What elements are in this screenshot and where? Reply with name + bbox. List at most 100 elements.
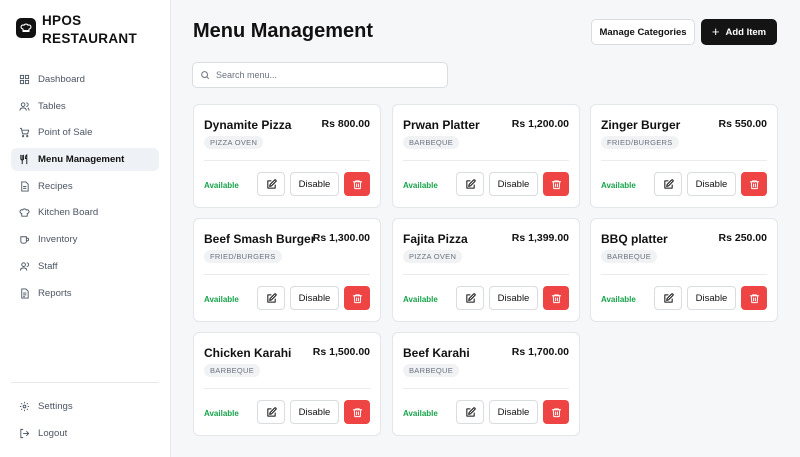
manage-categories-button[interactable]: Manage Categories — [591, 19, 695, 45]
trash-icon — [352, 179, 362, 189]
menu-item-name: BBQ platter — [601, 232, 668, 246]
menu-item-name: Zinger Burger — [601, 118, 681, 132]
category-badge: BARBEQUE — [403, 364, 460, 377]
status-badge: Available — [204, 295, 239, 304]
status-badge: Available — [204, 181, 239, 190]
add-item-button[interactable]: + Add Item — [701, 19, 777, 45]
delete-button[interactable] — [344, 286, 370, 310]
plus-icon: + — [711, 24, 720, 39]
utensils-icon — [19, 154, 30, 165]
disable-button[interactable]: Disable — [489, 172, 538, 196]
sidebar-item-label: Menu Management — [38, 154, 125, 166]
edit-button[interactable] — [456, 172, 484, 196]
edit-icon — [663, 178, 674, 189]
category-badge: BARBEQUE — [204, 364, 261, 377]
sidebar-item-menu-management[interactable]: Menu Management — [11, 148, 159, 172]
disable-button[interactable]: Disable — [290, 172, 339, 196]
card-divider — [403, 388, 569, 389]
edit-button[interactable] — [257, 286, 285, 310]
sidebar-item-label: Settings — [38, 401, 73, 412]
report-icon — [19, 287, 30, 299]
edit-icon — [266, 292, 277, 303]
sidebar-item-label: Dashboard — [38, 74, 85, 85]
trash-icon — [352, 407, 362, 417]
grid-icon — [19, 74, 30, 85]
sidebar-item-kitchen-board[interactable]: Kitchen Board — [11, 201, 159, 224]
menu-item-price: Rs 1,200.00 — [511, 118, 569, 130]
disable-button[interactable]: Disable — [489, 400, 538, 424]
status-badge: Available — [403, 295, 438, 304]
delete-button[interactable] — [344, 400, 370, 424]
edit-button[interactable] — [257, 400, 285, 424]
sidebar-item-point-of-sale[interactable]: Point of Sale — [11, 121, 159, 144]
user-icon — [19, 261, 30, 272]
trash-icon — [551, 407, 561, 417]
delete-button[interactable] — [543, 400, 569, 424]
search-input[interactable] — [216, 70, 436, 80]
sidebar-item-recipes[interactable]: Recipes — [11, 175, 159, 198]
sidebar-item-dashboard[interactable]: Dashboard — [11, 68, 159, 91]
sidebar-item-staff[interactable]: Staff — [11, 255, 159, 278]
edit-button[interactable] — [456, 400, 484, 424]
sidebar-item-inventory[interactable]: Inventory — [11, 228, 159, 251]
sidebar-bottom-nav: Settings Logout — [11, 395, 159, 448]
menu-item-price: Rs 1,399.00 — [511, 232, 569, 244]
edit-button[interactable] — [654, 172, 682, 196]
category-badge: FRIED/BURGERS — [601, 136, 679, 149]
menu-item-card: Fajita Pizza Rs 1,399.00 PIZZA OVEN Avai… — [392, 218, 580, 322]
menu-item-card: Dynamite Pizza Rs 800.00 PIZZA OVEN Avai… — [193, 104, 381, 208]
menu-item-price: Rs 1,700.00 — [511, 346, 569, 358]
menu-item-card: Beef Karahi Rs 1,700.00 BARBEQUE Availab… — [392, 332, 580, 436]
edit-button[interactable] — [257, 172, 285, 196]
sidebar-item-label: Reports — [38, 287, 72, 299]
disable-button[interactable]: Disable — [489, 286, 538, 310]
card-divider — [204, 274, 370, 275]
chef-hat-icon — [16, 18, 36, 38]
delete-button[interactable] — [543, 172, 569, 196]
trash-icon — [551, 293, 561, 303]
menu-item-card: Prwan Platter Rs 1,200.00 BARBEQUE Avail… — [392, 104, 580, 208]
edit-button[interactable] — [456, 286, 484, 310]
disable-button[interactable]: Disable — [290, 400, 339, 424]
menu-item-price: Rs 1,300.00 — [312, 232, 370, 244]
cup-icon — [19, 234, 30, 245]
cart-icon — [19, 127, 30, 138]
edit-icon — [663, 292, 674, 303]
brand-line-1: HPOS — [42, 13, 82, 28]
sidebar-item-reports[interactable]: Reports — [11, 282, 159, 305]
delete-button[interactable] — [741, 286, 767, 310]
edit-icon — [465, 406, 476, 417]
sidebar-item-tables[interactable]: Tables — [11, 95, 159, 118]
trash-icon — [749, 179, 759, 189]
delete-button[interactable] — [741, 172, 767, 196]
category-badge: PIZZA OVEN — [403, 250, 463, 263]
delete-button[interactable] — [344, 172, 370, 196]
menu-item-card: BBQ platter Rs 250.00 BARBEQUE Available… — [590, 218, 778, 322]
sidebar-divider — [11, 382, 159, 383]
sidebar-item-settings[interactable]: Settings — [11, 395, 159, 418]
sidebar-nav: Dashboard Tables Point of Sale Menu Mana… — [11, 68, 159, 308]
card-divider — [601, 160, 767, 161]
delete-button[interactable] — [543, 286, 569, 310]
card-divider — [204, 160, 370, 161]
status-badge: Available — [601, 295, 636, 304]
disable-button[interactable]: Disable — [290, 286, 339, 310]
menu-item-price: Rs 250.00 — [718, 232, 767, 244]
category-badge: BARBEQUE — [601, 250, 658, 263]
page-title: Menu Management — [193, 20, 374, 42]
disable-button[interactable]: Disable — [687, 286, 736, 310]
sidebar-item-logout[interactable]: Logout — [11, 422, 159, 445]
sidebar-item-label: Point of Sale — [38, 127, 93, 139]
edit-icon — [465, 292, 476, 303]
edit-button[interactable] — [654, 286, 682, 310]
users-icon — [19, 101, 30, 112]
brand: HPOS RESTAURANT — [16, 12, 137, 48]
status-badge: Available — [403, 409, 438, 418]
menu-item-card: Chicken Karahi Rs 1,500.00 BARBEQUE Avai… — [193, 332, 381, 436]
menu-item-card: Zinger Burger Rs 550.00 FRIED/BURGERS Av… — [590, 104, 778, 208]
card-divider — [403, 160, 569, 161]
menu-item-price: Rs 550.00 — [718, 118, 767, 130]
disable-button[interactable]: Disable — [687, 172, 736, 196]
status-badge: Available — [601, 181, 636, 190]
category-badge: FRIED/BURGERS — [204, 250, 282, 263]
